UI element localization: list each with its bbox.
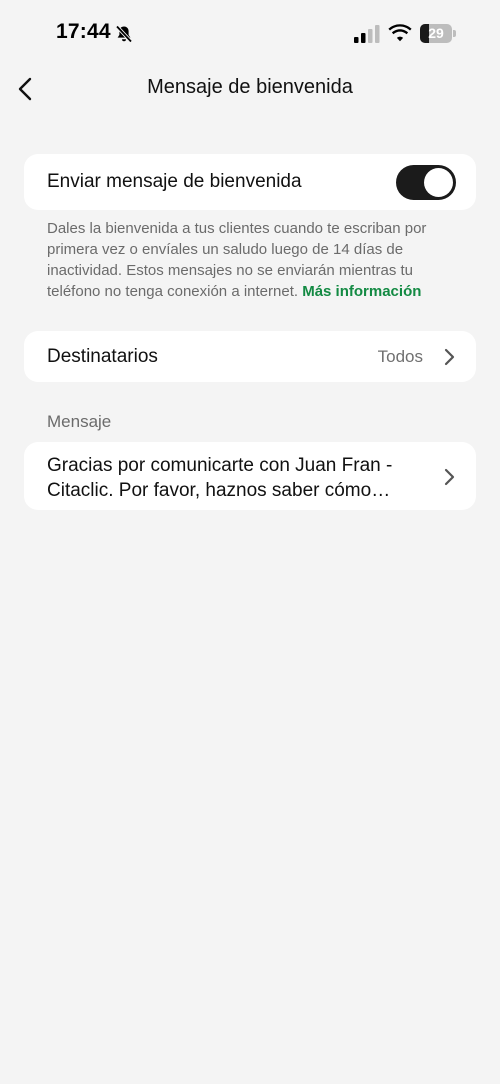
cellular-signal-icon bbox=[354, 25, 380, 43]
chevron-right-icon bbox=[444, 348, 455, 366]
battery-level: 29 bbox=[428, 25, 444, 41]
battery-cap bbox=[453, 30, 456, 37]
status-bar: 17:44 29 bbox=[0, 0, 500, 70]
bell-slash-icon bbox=[115, 25, 133, 43]
wifi-icon bbox=[388, 24, 412, 42]
recipients-label: Destinatarios bbox=[47, 346, 158, 367]
header: Mensaje de bienvenida bbox=[0, 70, 500, 108]
page-title: Mensaje de bienvenida bbox=[147, 76, 353, 98]
recipients-row[interactable]: Destinatarios Todos bbox=[24, 331, 476, 382]
message-preview: Gracias por comunicarte con Juan Fran - … bbox=[47, 455, 393, 501]
recipients-value: Todos bbox=[377, 347, 423, 366]
welcome-toggle-row: Enviar mensaje de bienvenida bbox=[24, 154, 476, 210]
status-time: 17:44 bbox=[56, 20, 111, 43]
more-info-link[interactable]: Más información bbox=[302, 283, 421, 300]
battery-body: 29 bbox=[420, 24, 452, 43]
welcome-toggle-switch[interactable] bbox=[396, 165, 456, 200]
message-section-label: Mensaje bbox=[47, 412, 112, 431]
welcome-toggle-label: Enviar mensaje de bienvenida bbox=[47, 171, 302, 192]
toggle-knob bbox=[424, 168, 453, 197]
welcome-description: Dales la bienvenida a tus clientes cuand… bbox=[47, 218, 462, 302]
chevron-right-icon bbox=[444, 468, 455, 486]
message-row[interactable]: Gracias por comunicarte con Juan Fran - … bbox=[24, 442, 476, 510]
battery-icon: 29 bbox=[420, 24, 456, 43]
